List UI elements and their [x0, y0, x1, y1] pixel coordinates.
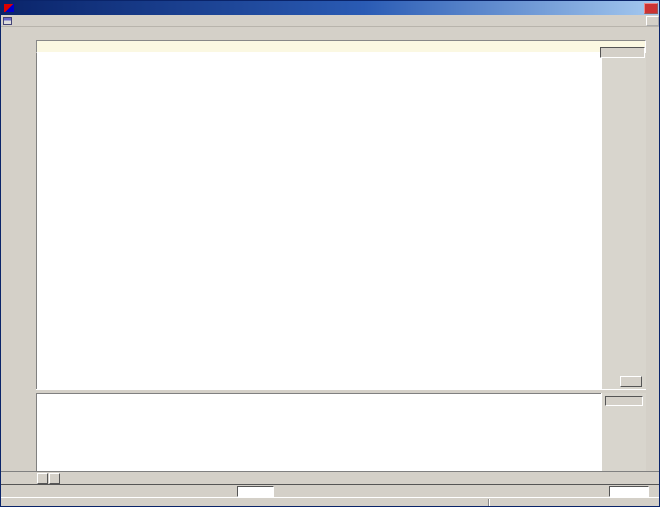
- date-box[interactable]: [237, 486, 274, 497]
- info-bar: [36, 40, 646, 53]
- menu-bar: [1, 15, 659, 27]
- axis-close-button[interactable]: [620, 376, 642, 387]
- price-axis[interactable]: [601, 53, 646, 389]
- left-sidebar: [1, 40, 36, 391]
- child-close-button[interactable]: [646, 15, 659, 26]
- toolbar: [1, 27, 659, 40]
- app-window: [0, 0, 660, 507]
- child-window-icon[interactable]: [3, 16, 12, 25]
- oscillator-pane[interactable]: [36, 393, 601, 471]
- date-axis[interactable]: [1, 484, 659, 497]
- oscillator-axis: [601, 393, 646, 471]
- tabs-scroll-left-button[interactable]: [37, 473, 48, 484]
- status-divider: [488, 499, 490, 506]
- app-icon: [4, 4, 14, 12]
- title-bar[interactable]: [1, 1, 659, 15]
- close-button[interactable]: [644, 2, 658, 14]
- right-tool-column: [646, 45, 659, 391]
- study-tabs-row: [1, 471, 659, 484]
- tabs-scroll-right-button[interactable]: [49, 473, 60, 484]
- status-bar: [1, 497, 659, 506]
- oscillator-value-box: [605, 396, 643, 406]
- bar-number: [609, 486, 649, 497]
- price-chart[interactable]: [36, 53, 601, 389]
- price-cursor-box: [600, 47, 645, 58]
